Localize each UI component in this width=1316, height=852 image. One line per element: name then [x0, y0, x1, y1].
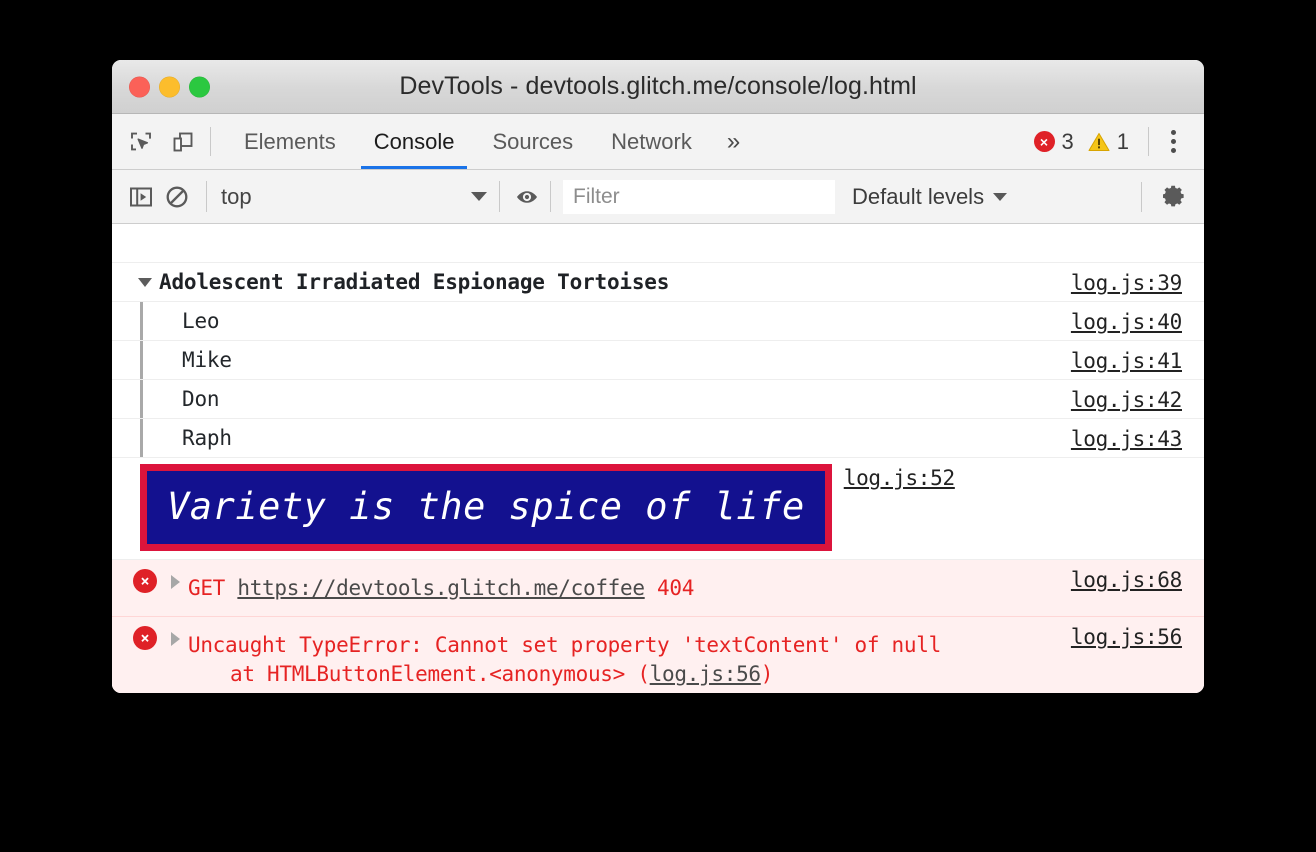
tab-elements[interactable]: Elements	[225, 114, 355, 169]
source-link[interactable]: log.js:40	[1059, 302, 1204, 334]
tab-network[interactable]: Network	[592, 114, 711, 169]
stack-frame-link[interactable]: log.js:56	[650, 662, 761, 686]
device-toolbar-icon[interactable]	[170, 129, 196, 155]
error-message-content: GET https://devtools.glitch.me/coffee 40…	[188, 560, 1059, 616]
error-message: Uncaught TypeError: Cannot set property …	[188, 633, 941, 657]
source-link[interactable]: log.js:42	[1059, 380, 1204, 412]
error-message-content: Uncaught TypeError: Cannot set property …	[188, 617, 1059, 693]
status-code: 404	[657, 576, 694, 600]
console-toolbar: top Default levels	[112, 170, 1204, 224]
clear-console-icon[interactable]	[162, 182, 192, 212]
more-tabs-button[interactable]: »	[711, 114, 756, 169]
message-text: Leo	[143, 309, 219, 333]
console-filter-input[interactable]	[563, 180, 835, 214]
close-button[interactable]	[129, 76, 150, 97]
chevron-down-icon	[993, 193, 1007, 201]
source-link[interactable]: log.js:56	[1059, 617, 1204, 649]
stack-frame-suffix: )	[761, 662, 773, 686]
console-styled-message-row[interactable]: Variety is the spice of life log.js:52	[112, 458, 1204, 560]
message-text: Don	[143, 387, 219, 411]
minimize-button[interactable]	[159, 76, 180, 97]
error-icon: ×	[1034, 131, 1055, 152]
kebab-dot	[1171, 148, 1176, 153]
tabbar-divider	[210, 127, 211, 156]
clipped-message-row	[112, 224, 1204, 263]
request-method: GET	[188, 576, 225, 600]
log-level-label: Default levels	[852, 184, 984, 210]
status-divider	[1148, 127, 1149, 156]
devtools-main-menu-button[interactable]	[1153, 130, 1192, 153]
warning-count-label: 1	[1117, 129, 1129, 155]
console-sidebar-toggle-icon[interactable]	[126, 182, 156, 212]
devtools-tabs: Elements Console Sources Network »	[225, 114, 756, 169]
message-content: Mike	[143, 341, 1059, 379]
group-title: Adolescent Irradiated Espionage Tortoise…	[159, 270, 669, 294]
warning-icon	[1088, 132, 1110, 152]
console-toolbar-right	[1135, 182, 1204, 212]
execution-context-value: top	[221, 184, 252, 210]
chevron-down-icon	[138, 278, 152, 287]
console-group-header[interactable]: Adolescent Irradiated Espionage Tortoise…	[112, 263, 1204, 302]
devtools-tabbar: Elements Console Sources Network » × 3	[112, 114, 1204, 170]
console-message-row[interactable]: Mike log.js:41	[112, 341, 1204, 380]
tabbar-status-area: × 3 1	[1027, 114, 1205, 169]
console-message-row[interactable]: Leo log.js:40	[112, 302, 1204, 341]
console-message-row[interactable]: Raph log.js:43	[112, 419, 1204, 458]
tab-sources[interactable]: Sources	[473, 114, 592, 169]
console-error-row[interactable]: × Uncaught TypeError: Cannot set propert…	[112, 617, 1204, 693]
error-counter[interactable]: × 3	[1027, 129, 1081, 155]
expand-arrow-icon[interactable]	[171, 632, 180, 646]
window-title: DevTools - devtools.glitch.me/console/lo…	[399, 72, 916, 101]
kebab-dot	[1171, 139, 1176, 144]
console-message-list[interactable]: Adolescent Irradiated Espionage Tortoise…	[112, 224, 1204, 693]
source-link[interactable]: log.js:68	[1059, 560, 1204, 592]
stack-frame-prefix: at HTMLButtonElement.<anonymous> (	[230, 662, 650, 686]
live-expression-eye-icon[interactable]	[512, 182, 542, 212]
source-link[interactable]: log.js:52	[832, 458, 977, 490]
tabbar-tool-icons	[112, 114, 196, 169]
error-stack-frame: at HTMLButtonElement.<anonymous> (log.js…	[188, 660, 941, 688]
group-expand-toggle[interactable]	[135, 278, 155, 287]
request-url[interactable]: https://devtools.glitch.me/coffee	[237, 576, 644, 600]
screenshot-root: DevTools - devtools.glitch.me/console/lo…	[0, 0, 1316, 852]
console-message-row[interactable]: Don log.js:42	[112, 380, 1204, 419]
styled-message-text: Variety is the spice of life	[140, 464, 832, 551]
maximize-button[interactable]	[189, 76, 210, 97]
source-link[interactable]: log.js:41	[1059, 341, 1204, 373]
message-text: Mike	[143, 348, 232, 372]
source-link[interactable]: log.js:43	[1059, 419, 1204, 451]
devtools-window: DevTools - devtools.glitch.me/console/lo…	[112, 60, 1204, 693]
error-text: GET https://devtools.glitch.me/coffee 40…	[188, 567, 694, 609]
window-titlebar: DevTools - devtools.glitch.me/console/lo…	[112, 60, 1204, 114]
execution-context-selector[interactable]: top	[207, 184, 499, 210]
log-level-selector[interactable]: Default levels	[852, 184, 1007, 210]
console-toolbar-divider-2	[499, 181, 500, 212]
error-text: Uncaught TypeError: Cannot set property …	[188, 624, 941, 693]
styled-message-content: Variety is the spice of life	[112, 458, 832, 559]
chevron-down-icon	[471, 192, 487, 201]
tab-console[interactable]: Console	[355, 114, 474, 169]
expand-arrow-icon[interactable]	[171, 575, 180, 589]
error-count-label: 3	[1062, 129, 1074, 155]
error-icon: ×	[133, 569, 157, 593]
kebab-dot	[1171, 130, 1176, 135]
message-content: Raph	[143, 419, 1059, 457]
gear-icon[interactable]	[1160, 182, 1190, 212]
console-error-row[interactable]: × GET https://devtools.glitch.me/coffee …	[112, 560, 1204, 617]
error-icon: ×	[133, 626, 157, 650]
warning-counter[interactable]: 1	[1081, 129, 1136, 155]
console-toolbar-divider-3	[550, 181, 551, 212]
source-link[interactable]: log.js:39	[1059, 263, 1204, 295]
traffic-lights	[129, 76, 210, 97]
message-content: Leo	[143, 302, 1059, 340]
message-content: Don	[143, 380, 1059, 418]
inspect-element-icon[interactable]	[128, 129, 154, 155]
group-header-content: Adolescent Irradiated Espionage Tortoise…	[112, 263, 1059, 301]
message-text: Raph	[143, 426, 232, 450]
settings-divider	[1141, 182, 1142, 212]
